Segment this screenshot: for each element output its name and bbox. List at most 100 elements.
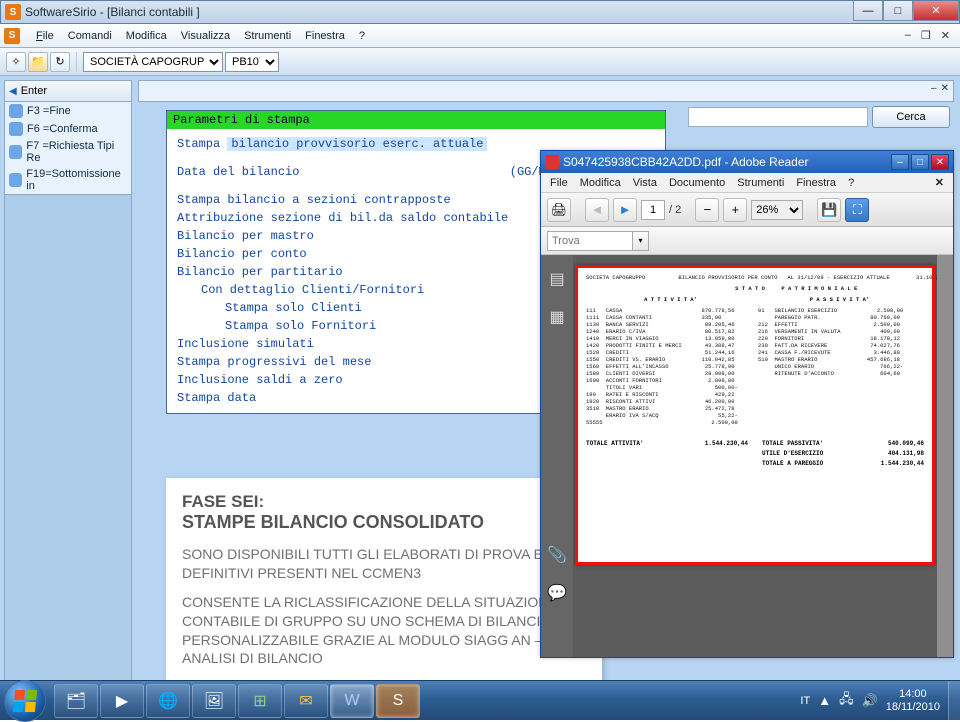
adobe-menu-close[interactable]: ✕: [930, 175, 949, 190]
adobe-menu-documento[interactable]: Documento: [664, 176, 730, 190]
search-input[interactable]: [688, 107, 868, 127]
taskbar-media[interactable]: ▶: [100, 684, 144, 718]
tool-refresh[interactable]: ↻: [50, 52, 70, 72]
zoom-out-icon[interactable]: −: [695, 198, 719, 222]
adobe-menu-modifica[interactable]: Modifica: [575, 176, 626, 190]
adobe-menu-vista[interactable]: Vista: [628, 176, 662, 190]
note-subheading: STAMPE BILANCIO CONSOLIDATO: [182, 512, 586, 533]
stampa-label: Stampa: [177, 137, 220, 151]
note-text: CONSENTE LA RICLASSIFICAZIONE DELLA SITU…: [182, 593, 586, 669]
menu-comandi[interactable]: Comandi: [62, 28, 118, 44]
mdi-close[interactable]: ✕: [937, 29, 954, 42]
adobe-maximize[interactable]: □: [911, 154, 929, 170]
doc-icon: S: [4, 28, 20, 44]
maximize-button[interactable]: [883, 1, 913, 21]
close-button[interactable]: [913, 1, 959, 21]
mdi-restore[interactable]: ❐: [917, 29, 935, 42]
tray-flag-icon[interactable]: ▲: [818, 693, 831, 708]
start-button[interactable]: [4, 680, 46, 722]
attachment-icon[interactable]: 📎: [547, 545, 567, 565]
zoom-select[interactable]: 26%: [751, 200, 803, 220]
comment-icon[interactable]: 💬: [547, 583, 567, 603]
side-panel-title: Enter: [21, 85, 47, 97]
adobe-toolbar: 🖨 ◄ ► / 2 − + 26% 💾 ⛶: [541, 193, 953, 227]
mdi-minimize[interactable]: –: [901, 29, 915, 42]
code-select[interactable]: PB107: [225, 52, 279, 72]
window-title: SoftwareSirio - [Bilanci contabili ]: [25, 5, 200, 19]
page-viewport[interactable]: SOCIETA CAPOGRUPPO BILANCIO PROVVISORIO …: [573, 255, 937, 657]
fkey-item[interactable]: F3 =Fine: [5, 102, 131, 120]
menu-finestra[interactable]: Finestra: [299, 28, 351, 44]
taskbar-app1[interactable]: 🌐: [146, 684, 190, 718]
pages-icon[interactable]: ▤: [549, 269, 564, 289]
side-panel-filler: [4, 195, 132, 696]
save-icon[interactable]: 💾: [817, 198, 841, 222]
search-button[interactable]: Cerca: [872, 106, 950, 128]
find-input[interactable]: [547, 231, 633, 251]
taskbar-outlook[interactable]: ✉: [284, 684, 328, 718]
taskbar: 🗂 ▶ 🌐 🖼 ⊞ ✉ W S IT ▲ 🖧 🔊 14:00 18/11/201…: [0, 680, 960, 720]
adobe-minimize[interactable]: –: [891, 154, 909, 170]
side-panel: ◀ Enter F3 =Fine F6 =Conferma F7 =Richie…: [4, 80, 132, 696]
show-desktop[interactable]: [948, 681, 960, 721]
page-total: 2: [675, 204, 681, 216]
adobe-titlebar[interactable]: S047425938CBB42A2DD.pdf - Adobe Reader –…: [541, 151, 953, 173]
os-titlebar: S SoftwareSirio - [Bilanci contabili ]: [0, 0, 960, 24]
adobe-menu-file[interactable]: File: [545, 176, 573, 190]
adobe-menu-help[interactable]: ?: [843, 176, 859, 190]
chevron-left-icon: ◀: [9, 86, 17, 97]
menu-strumenti[interactable]: Strumenti: [238, 28, 297, 44]
key-icon: [9, 104, 23, 118]
taskbar-word[interactable]: W: [330, 684, 374, 718]
adobe-menu-finestra[interactable]: Finestra: [791, 176, 841, 190]
next-page-icon[interactable]: ►: [613, 198, 637, 222]
doc-minimize[interactable]: –: [931, 83, 937, 94]
adobe-menu-strumenti[interactable]: Strumenti: [732, 176, 789, 190]
taskbar-sirio[interactable]: S: [376, 684, 420, 718]
tray-lang[interactable]: IT: [800, 695, 810, 707]
zoom-in-icon[interactable]: +: [723, 198, 747, 222]
doc-close[interactable]: ✕: [941, 83, 949, 94]
company-select[interactable]: SOCIETÀ CAPOGRUPPO: [83, 52, 223, 72]
note-heading: FASE SEI:: [182, 492, 586, 512]
adobe-menubar: File Modifica Vista Documento Strumenti …: [541, 173, 953, 193]
taskbar-explorer[interactable]: 🗂: [54, 684, 98, 718]
pdf-page: SOCIETA CAPOGRUPPO BILANCIO PROVVISORIO …: [575, 265, 935, 565]
page-input[interactable]: [641, 200, 665, 220]
minimize-button[interactable]: [853, 1, 883, 21]
menu-visualizza[interactable]: Visualizza: [175, 28, 236, 44]
adobe-scrollbar[interactable]: [937, 255, 953, 657]
adobe-close[interactable]: ✕: [931, 154, 949, 170]
layers-icon[interactable]: ▦: [549, 307, 564, 327]
tray-network-icon[interactable]: 🖧: [839, 690, 854, 712]
side-panel-header[interactable]: ◀ Enter: [4, 80, 132, 102]
taskbar-app2[interactable]: 🖼: [192, 684, 236, 718]
tool-open[interactable]: 📁: [28, 52, 48, 72]
separator: [76, 52, 77, 72]
menubar: S FFileile Comandi Modifica Visualizza S…: [0, 24, 960, 48]
fkey-item[interactable]: F19=Sottomissione in: [5, 166, 131, 194]
date-label: Data del bilancio: [177, 165, 510, 179]
taskbar-excel[interactable]: ⊞: [238, 684, 282, 718]
menu-help[interactable]: ?: [353, 28, 371, 44]
app-icon: S: [5, 4, 21, 20]
note-text: SONO DISPONIBILI TUTTI GLI ELABORATI DI …: [182, 545, 586, 583]
tray-clock[interactable]: 14:00 18/11/2010: [886, 688, 940, 713]
adobe-reader-window: S047425938CBB42A2DD.pdf - Adobe Reader –…: [540, 150, 954, 658]
stampa-value: bilancio provvisorio eserc. attuale: [227, 137, 487, 151]
find-dropdown[interactable]: ▾: [633, 231, 649, 251]
fit-page-icon[interactable]: ⛶: [845, 198, 869, 222]
key-icon: [9, 122, 23, 136]
menu-modifica[interactable]: Modifica: [120, 28, 173, 44]
tool-new[interactable]: ✧: [6, 52, 26, 72]
fkey-item[interactable]: F6 =Conferma: [5, 120, 131, 138]
adobe-sidebar: ▤ ▦ 📎 💬: [541, 255, 573, 657]
prev-page-icon[interactable]: ◄: [585, 198, 609, 222]
fkey-item[interactable]: F7 =Richiesta Tipi Re: [5, 138, 131, 166]
print-icon[interactable]: 🖨: [547, 198, 571, 222]
form-title: Parametri di stampa: [167, 111, 665, 129]
menu-file[interactable]: FFileile: [30, 28, 60, 44]
toolbar: ✧ 📁 ↻ SOCIETÀ CAPOGRUPPO PB107: [0, 48, 960, 76]
tray-sound-icon[interactable]: 🔊: [862, 693, 878, 709]
adobe-findbar: ▾: [541, 227, 953, 255]
